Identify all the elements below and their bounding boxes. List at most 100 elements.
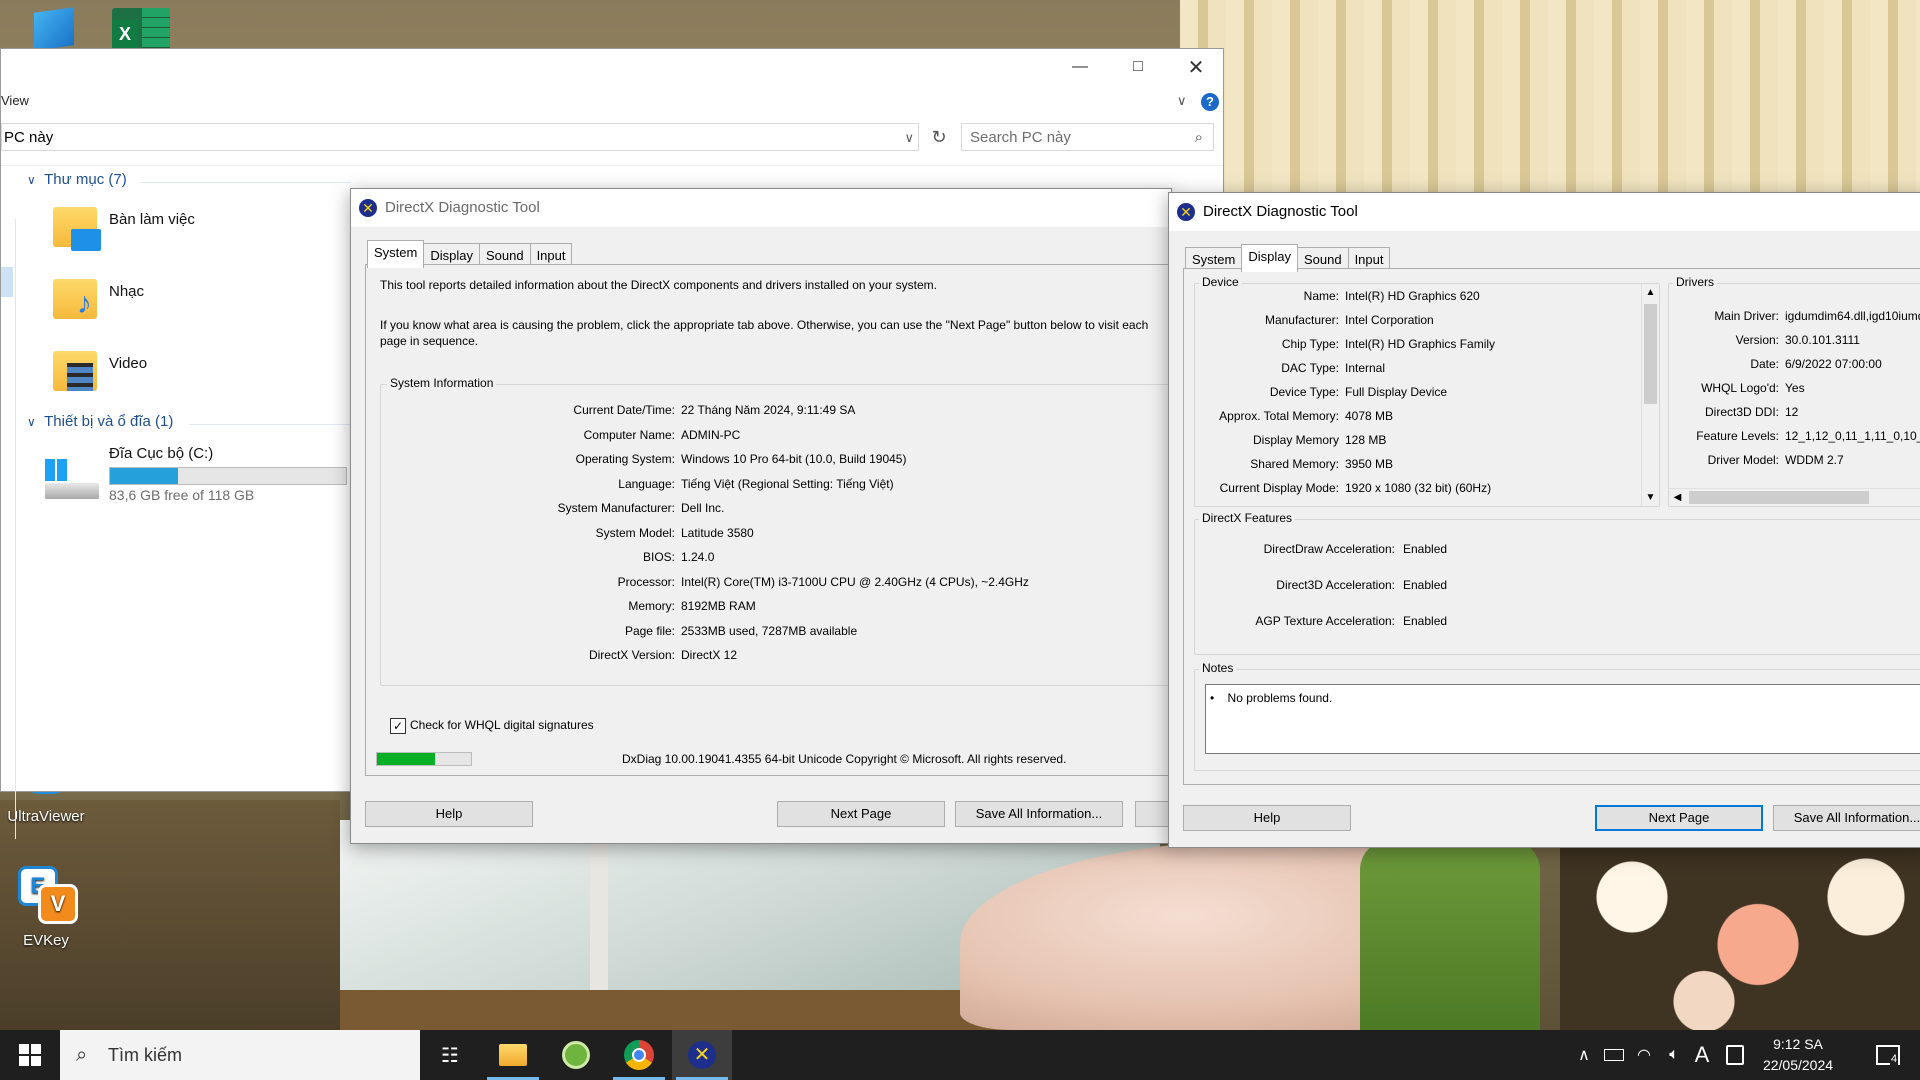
field-label: Direct3D Acceleration: bbox=[1276, 578, 1395, 592]
folder-label: Bàn làm việc bbox=[109, 211, 195, 228]
notification-center-button[interactable]: 4 bbox=[1868, 1030, 1908, 1080]
field-label: Shared Memory: bbox=[1250, 457, 1339, 471]
evkey-icon: E V bbox=[18, 866, 78, 924]
evkey-tray-icon[interactable] bbox=[1722, 1030, 1748, 1080]
system-info-row: Operating System: Windows 10 Pro 64-bit (… bbox=[381, 452, 1171, 468]
feature-row: DirectDraw Acceleration: Enabled bbox=[1195, 542, 1920, 558]
maximize-button[interactable]: □ bbox=[1109, 49, 1167, 85]
wifi-icon[interactable]: ◠ bbox=[1630, 1030, 1658, 1080]
refresh-icon[interactable]: ↻ bbox=[927, 125, 951, 149]
driver-info-row: Driver Model: WDDM 2.7 bbox=[1669, 453, 1920, 469]
scroll-down-icon[interactable]: ▼ bbox=[1642, 489, 1659, 506]
dxdiag-titlebar: ✕ DirectX Diagnostic Tool bbox=[351, 189, 1171, 227]
explorer-ribbon: View ∨ ? bbox=[1, 89, 1223, 113]
scroll-thumb[interactable] bbox=[1689, 491, 1869, 504]
driver-info-row: Feature Levels: 12_1,12_0,11_1,11_0,10_ bbox=[1669, 429, 1920, 445]
taskbar-file-explorer[interactable] bbox=[483, 1030, 543, 1080]
address-dropdown-icon[interactable]: ∨ bbox=[904, 124, 914, 152]
explorer-titlebar: ― □ ✕ bbox=[1, 49, 1223, 89]
task-view-button[interactable]: ☷ bbox=[420, 1030, 480, 1080]
system-info-row: Memory: 8192MB RAM bbox=[381, 599, 1171, 615]
save-all-information-button[interactable]: Save All Information... bbox=[955, 801, 1123, 827]
ribbon-expand-icon[interactable]: ∨ bbox=[1177, 89, 1187, 113]
wallpaper-flowers bbox=[1560, 840, 1920, 1030]
search-input[interactable]: Search PC này ⌕ bbox=[961, 123, 1214, 151]
field-label: Name: bbox=[1303, 289, 1339, 303]
scroll-left-icon[interactable]: ◀ bbox=[1669, 489, 1686, 506]
group-title: System Information bbox=[387, 376, 497, 390]
scroll-up-icon[interactable]: ▲ bbox=[1642, 284, 1659, 301]
system-info-row: Computer Name: ADMIN-PC bbox=[381, 428, 1171, 444]
drive-free-text: 83,6 GB free of 118 GB bbox=[109, 487, 255, 503]
system-info-row: Current Date/Time: 22 Tháng Năm 2024, 9:1… bbox=[381, 403, 1171, 419]
taskbar-chrome[interactable] bbox=[609, 1030, 669, 1080]
taskbar-app-green[interactable] bbox=[546, 1030, 606, 1080]
field-value: Dell Inc. bbox=[681, 501, 725, 515]
clock-time: 9:12 SA bbox=[1773, 1036, 1823, 1052]
footer-copyright: DxDiag 10.00.19041.4355 64-bit Unicode C… bbox=[622, 752, 1067, 766]
desktop-icon-label: EVKey bbox=[23, 932, 69, 949]
clock-date: 22/05/2024 bbox=[1762, 1057, 1834, 1073]
clock[interactable]: 9:12 SA 22/05/2024 bbox=[1752, 1034, 1844, 1076]
field-value: Intel(R) HD Graphics 620 bbox=[1345, 289, 1480, 303]
menu-view[interactable]: View bbox=[1, 93, 29, 108]
drivers-group: Drivers Main Driver: igdumdim64.dll,igd10… bbox=[1668, 275, 1920, 507]
directx-icon: ✕ bbox=[1177, 203, 1195, 221]
group-header-drives[interactable]: ∨ Thiết bị và ổ đĩa (1) bbox=[27, 413, 173, 430]
tab-display[interactable]: Display bbox=[1241, 244, 1298, 272]
field-label: Driver Model: bbox=[1707, 453, 1779, 467]
exit-button[interactable] bbox=[1135, 801, 1171, 827]
device-scrollbar[interactable]: ▲ ▼ bbox=[1641, 284, 1659, 506]
folder-label: Video bbox=[109, 355, 148, 372]
excel-icon[interactable]: X bbox=[112, 8, 170, 48]
field-value: igdumdim64.dll,igd10iumd bbox=[1785, 309, 1920, 323]
driver-info-row: Main Driver: igdumdim64.dll,igd10iumd bbox=[1669, 309, 1920, 325]
close-button[interactable]: ✕ bbox=[1167, 49, 1225, 85]
navigation-pane[interactable] bbox=[1, 219, 16, 839]
taskbar-dxdiag[interactable]: ✕ bbox=[672, 1030, 732, 1080]
whql-checkbox[interactable]: ✓ bbox=[390, 718, 406, 734]
chevron-down-icon: ∨ bbox=[27, 173, 36, 187]
group-header-folders[interactable]: ∨ Thư mục (7) bbox=[27, 171, 127, 188]
save-all-information-button[interactable]: Save All Information... bbox=[1773, 805, 1920, 831]
group-title: Device bbox=[1199, 275, 1242, 289]
show-hidden-icons[interactable]: ∧ bbox=[1572, 1030, 1596, 1080]
driver-info-row: Direct3D DDI: 12 bbox=[1669, 405, 1920, 421]
field-value: 22 Tháng Năm 2024, 9:11:49 SA bbox=[681, 403, 856, 417]
notes-box[interactable]: • No problems found. bbox=[1205, 684, 1920, 754]
checkmark-icon: ✓ bbox=[392, 719, 404, 733]
system-info-row: Page file: 2533MB used, 7287MB available bbox=[381, 624, 1171, 640]
search-placeholder: Search PC này bbox=[970, 129, 1071, 146]
feature-row: Direct3D Acceleration: Enabled bbox=[1195, 578, 1920, 594]
group-divider bbox=[141, 182, 351, 183]
minimize-button[interactable]: ― bbox=[1051, 49, 1109, 85]
drivers-hscrollbar[interactable]: ◀ bbox=[1669, 488, 1920, 506]
help-button[interactable]: Help bbox=[365, 801, 533, 827]
dxdiag-window-system: ✕ DirectX Diagnostic Tool System Display… bbox=[350, 188, 1172, 844]
scroll-thumb[interactable] bbox=[1644, 304, 1657, 404]
battery-icon[interactable] bbox=[1600, 1030, 1628, 1080]
start-button[interactable] bbox=[0, 1030, 60, 1080]
next-page-button[interactable]: Next Page bbox=[1595, 805, 1763, 831]
desktop-icon-top-1[interactable] bbox=[34, 7, 74, 51]
file-explorer-icon bbox=[499, 1044, 527, 1066]
tab-system[interactable]: System bbox=[367, 240, 425, 268]
dxdiag-window-display: ✕ DirectX Diagnostic Tool System Display… bbox=[1168, 192, 1920, 848]
group-title: Notes bbox=[1199, 661, 1237, 675]
group-title: DirectX Features bbox=[1199, 511, 1296, 525]
input-method-indicator[interactable]: A bbox=[1690, 1030, 1714, 1080]
taskbar-search-box[interactable]: ⌕ Tìm kiếm bbox=[60, 1030, 420, 1080]
help-icon[interactable]: ? bbox=[1201, 93, 1219, 111]
window-title: DirectX Diagnostic Tool bbox=[385, 199, 540, 216]
field-value: WDDM 2.7 bbox=[1785, 453, 1844, 467]
note-item: • No problems found. bbox=[1210, 691, 1333, 705]
chevron-down-icon: ∨ bbox=[27, 415, 36, 429]
volume-icon[interactable]: 🔈︎ bbox=[1660, 1030, 1688, 1080]
whql-label[interactable]: Check for WHQL digital signatures bbox=[410, 718, 594, 732]
address-bar[interactable]: PC này ∨ bbox=[1, 123, 919, 151]
drive-usage-bar bbox=[109, 467, 347, 485]
next-page-button[interactable]: Next Page bbox=[777, 801, 945, 827]
help-button[interactable]: Help bbox=[1183, 805, 1351, 831]
drive-label: Đĩa Cục bộ (C:) bbox=[109, 445, 214, 462]
drive-usage-fill bbox=[110, 468, 179, 484]
